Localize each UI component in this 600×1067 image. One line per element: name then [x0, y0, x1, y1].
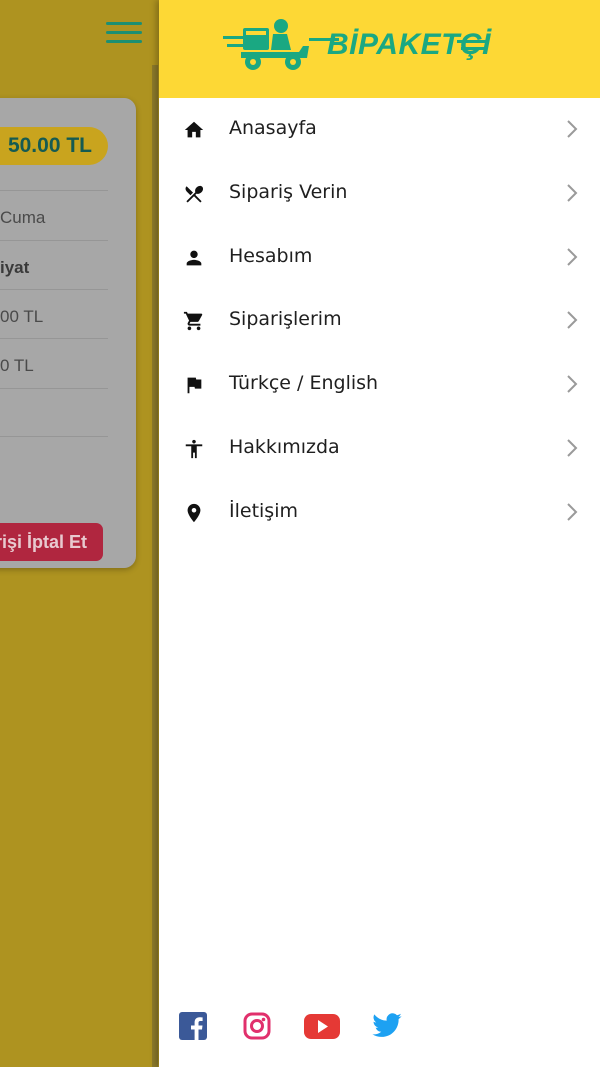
hamburger-menu-icon[interactable] — [106, 22, 142, 44]
divider — [0, 289, 108, 290]
home-icon — [184, 121, 204, 138]
menu-item-my-orders[interactable]: Siparişlerim — [159, 289, 600, 353]
menu-item-home[interactable]: Anasayfa — [159, 98, 600, 162]
utensils-icon — [185, 185, 204, 203]
divider — [0, 436, 108, 437]
menu-item-about[interactable]: Hakkımızda — [159, 417, 600, 481]
background-page: 50.00 TL Cuma iyat 00 TL 0 TL rişi İptal… — [0, 0, 160, 1067]
drawer-menu: Anasayfa Sipariş Verin Hesabım Siparişle… — [159, 98, 600, 545]
menu-item-contact[interactable]: İletişim — [159, 481, 600, 545]
menu-item-label: İletişim — [229, 499, 298, 522]
chevron-right-icon — [567, 439, 578, 457]
accessibility-icon — [185, 439, 203, 459]
menu-item-language[interactable]: Türkçe / English — [159, 353, 600, 417]
divider — [0, 388, 108, 389]
menu-item-account[interactable]: Hesabım — [159, 226, 600, 290]
order-price-badge: 50.00 TL — [0, 127, 108, 165]
divider — [0, 190, 108, 191]
chevron-right-icon — [567, 120, 578, 138]
background-scrollbar — [152, 65, 158, 1067]
cart-icon — [183, 312, 203, 331]
chevron-right-icon — [567, 184, 578, 202]
person-icon — [186, 250, 202, 265]
menu-item-order[interactable]: Sipariş Verin — [159, 162, 600, 226]
facebook-icon[interactable] — [177, 1010, 209, 1042]
divider — [0, 338, 108, 339]
order-amount-1: 00 TL — [0, 307, 44, 326]
order-day: Cuma — [0, 208, 46, 227]
instagram-icon[interactable] — [241, 1010, 273, 1042]
chevron-right-icon — [567, 503, 578, 521]
speed-lines-icon — [457, 40, 489, 50]
divider — [0, 240, 108, 241]
brand-logo[interactable]: BİPAKETÇİ — [221, 16, 491, 74]
chevron-right-icon — [567, 311, 578, 330]
menu-item-label: Sipariş Verin — [229, 180, 348, 203]
order-amount-2: 0 TL — [0, 356, 34, 375]
flag-icon — [187, 377, 202, 394]
navigation-drawer: BİPAKETÇİ Anasayfa Sipariş Verin Hesabım… — [159, 0, 600, 1067]
cancel-order-button[interactable]: rişi İptal Et — [0, 523, 103, 561]
menu-item-label: Anasayfa — [229, 117, 317, 139]
location-pin-icon — [187, 503, 201, 522]
drawer-header: BİPAKETÇİ — [159, 0, 600, 98]
youtube-icon[interactable] — [303, 1010, 341, 1042]
menu-item-label: Hakkımızda — [229, 435, 340, 458]
courier-scooter-icon — [223, 19, 339, 70]
menu-item-label: Siparişlerim — [229, 308, 342, 331]
order-price-heading: iyat — [0, 258, 30, 277]
order-card — [0, 98, 136, 568]
chevron-right-icon — [567, 375, 578, 393]
social-links — [159, 1010, 600, 1046]
chevron-right-icon — [567, 247, 578, 266]
menu-item-label: Türkçe / English — [229, 372, 379, 395]
menu-item-label: Hesabım — [229, 244, 313, 267]
twitter-icon[interactable] — [370, 1010, 404, 1042]
